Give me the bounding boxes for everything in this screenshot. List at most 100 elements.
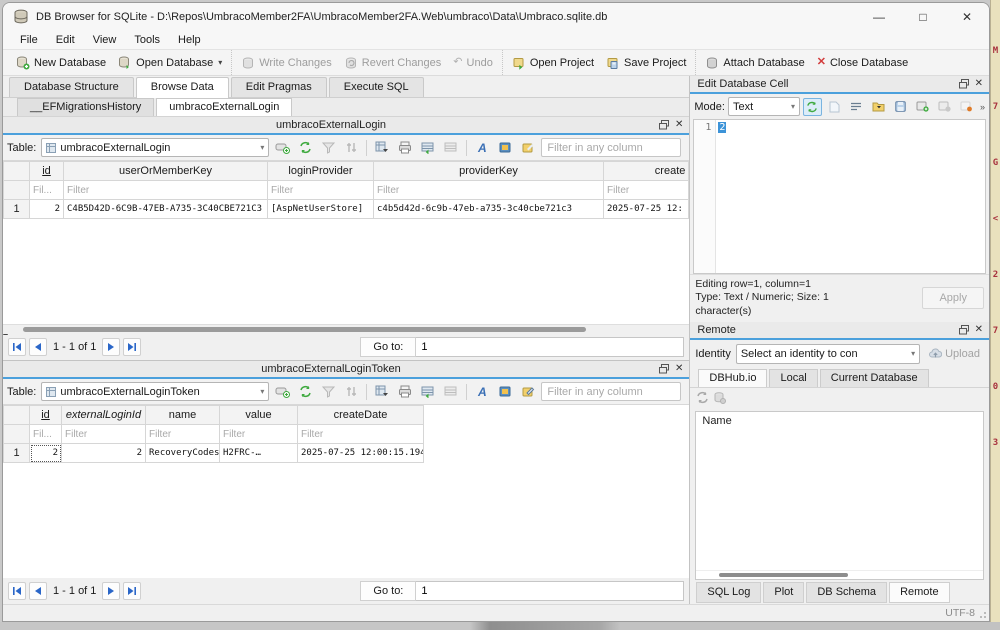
filter-createdate-input[interactable] [604, 182, 688, 199]
upload-button[interactable]: Upload [925, 348, 984, 360]
goto-input[interactable] [416, 581, 684, 601]
first-record-button[interactable] [8, 582, 26, 600]
open-database-dropdown-caret[interactable]: ▾ [218, 58, 222, 67]
menu-help[interactable]: Help [169, 32, 210, 48]
col-providerkey[interactable]: providerKey [374, 162, 604, 181]
print-icon[interactable] [395, 382, 415, 401]
toolbar-overflow-icon[interactable]: » [980, 102, 985, 112]
font-icon[interactable]: A [472, 138, 492, 157]
apply-button[interactable]: Apply [922, 287, 984, 309]
tab-efmigrationshistory[interactable]: __EFMigrationsHistory [17, 98, 154, 116]
maximize-button[interactable]: □ [901, 3, 945, 31]
filter-any-column-input[interactable] [541, 138, 681, 157]
menu-view[interactable]: View [84, 32, 126, 48]
refresh-icon[interactable] [295, 382, 315, 401]
filter-createdate-input[interactable] [298, 426, 423, 443]
cell-loginprovider[interactable]: [AspNetUserStore] [268, 200, 374, 219]
close-database-button[interactable]: ✕ Close Database [811, 55, 915, 71]
corner-header[interactable] [4, 406, 30, 425]
dock1-table-combo[interactable]: umbracoExternalLogin ▾ [41, 138, 269, 157]
last-record-button[interactable] [123, 582, 141, 600]
word-wrap-icon[interactable] [847, 98, 866, 116]
save-file-icon[interactable] [891, 98, 910, 116]
revert-changes-button[interactable]: Revert Changes [338, 54, 448, 72]
clear-filters-icon[interactable] [318, 382, 338, 401]
close-button[interactable]: ✕ [945, 3, 989, 31]
cell-editor[interactable]: 1 2 [693, 119, 986, 274]
edit-cell-float-icon[interactable] [959, 79, 969, 89]
open-project-button[interactable]: Open Project [506, 54, 600, 72]
import-file-icon[interactable] [869, 98, 888, 116]
remote-float-icon[interactable] [959, 325, 969, 335]
cell-id[interactable]: 2 [30, 200, 64, 219]
insert-rows-icon[interactable] [418, 382, 438, 401]
remove-cell-icon[interactable] [935, 98, 954, 116]
tab-plot[interactable]: Plot [763, 582, 804, 603]
dock1-horizontal-scrollbar[interactable] [3, 324, 689, 334]
tab-local[interactable]: Local [769, 369, 817, 387]
tab-remote[interactable]: Remote [889, 582, 950, 603]
corner-header[interactable] [4, 162, 30, 181]
dock2-close-icon[interactable]: ✕ [675, 364, 683, 374]
tab-db-schema[interactable]: DB Schema [806, 582, 887, 603]
first-record-button[interactable] [8, 338, 26, 356]
attach-database-button[interactable]: Attach Database [699, 54, 810, 72]
filter-value-input[interactable] [220, 426, 297, 443]
null-cell-icon[interactable] [957, 98, 976, 116]
filter-providerkey-input[interactable] [374, 182, 603, 199]
filter-condition-icon[interactable] [341, 382, 361, 401]
insert-rows-icon[interactable] [418, 138, 438, 157]
insert-record-icon[interactable] [272, 382, 292, 401]
cell-name[interactable]: RecoveryCodes [146, 444, 220, 463]
filter-id-input[interactable] [30, 426, 61, 443]
text-document-icon[interactable] [825, 98, 844, 116]
new-database-button[interactable]: New Database [10, 54, 112, 72]
menu-tools[interactable]: Tools [125, 32, 169, 48]
col-externalloginid[interactable]: externalLoginId [62, 406, 146, 425]
tab-current-database[interactable]: Current Database [820, 369, 929, 387]
dock2-table-combo[interactable]: umbracoExternalLoginToken ▾ [41, 382, 269, 401]
col-userormemberkey[interactable]: userOrMemberKey [64, 162, 268, 181]
save-results-icon[interactable] [372, 382, 392, 401]
undo-button[interactable]: ↶ Undo [447, 55, 499, 71]
encoding-indicator[interactable]: UTF-8 [945, 607, 975, 619]
col-name[interactable]: name [146, 406, 220, 425]
next-record-button[interactable] [102, 582, 120, 600]
menu-file[interactable]: File [11, 32, 47, 48]
remote-list-horizontal-scrollbar[interactable] [696, 570, 983, 579]
filter-any-column-input[interactable] [541, 382, 681, 401]
font-icon[interactable]: A [472, 382, 492, 401]
delete-rows-icon[interactable] [441, 382, 461, 401]
filter-externalloginid-input[interactable] [62, 426, 145, 443]
resize-grip[interactable] [979, 611, 987, 619]
row-number[interactable]: 1 [4, 200, 30, 219]
dock1-close-icon[interactable]: ✕ [675, 120, 683, 130]
dock1-float-icon[interactable] [659, 120, 669, 130]
cell-id-selected[interactable]: 2 [30, 444, 62, 463]
minimize-button[interactable]: — [857, 3, 901, 31]
cell-value[interactable]: H2FRC-… [220, 444, 298, 463]
insert-record-icon[interactable] [272, 138, 292, 157]
tab-sql-log[interactable]: SQL Log [696, 582, 761, 603]
tab-database-structure[interactable]: Database Structure [9, 77, 134, 97]
filter-condition-icon[interactable] [341, 138, 361, 157]
cell-providerkey[interactable]: c4b5d42d-6c9b-47eb-a735-3c40cbe721c3 [374, 200, 604, 219]
previous-record-button[interactable] [29, 582, 47, 600]
print-icon[interactable] [395, 138, 415, 157]
edit-format-icon[interactable] [518, 138, 538, 157]
edit-format-icon[interactable] [518, 382, 538, 401]
filter-id-input[interactable] [30, 182, 63, 199]
next-record-button[interactable] [102, 338, 120, 356]
col-value[interactable]: value [220, 406, 298, 425]
col-id[interactable]: id [30, 406, 62, 425]
conditional-format-icon[interactable] [495, 382, 515, 401]
goto-button[interactable]: Go to: [360, 581, 416, 601]
identity-combo[interactable]: Select an identity to con ▾ [736, 344, 920, 364]
remote-list-name-header[interactable]: Name [696, 412, 983, 430]
goto-button[interactable]: Go to: [360, 337, 416, 357]
cell-createdate[interactable]: 2025-07-25 12: [604, 200, 689, 219]
col-id[interactable]: id [30, 162, 64, 181]
open-database-button[interactable]: Open Database ▾ [112, 54, 228, 72]
save-project-button[interactable]: Save Project [600, 54, 692, 72]
filter-name-input[interactable] [146, 426, 219, 443]
